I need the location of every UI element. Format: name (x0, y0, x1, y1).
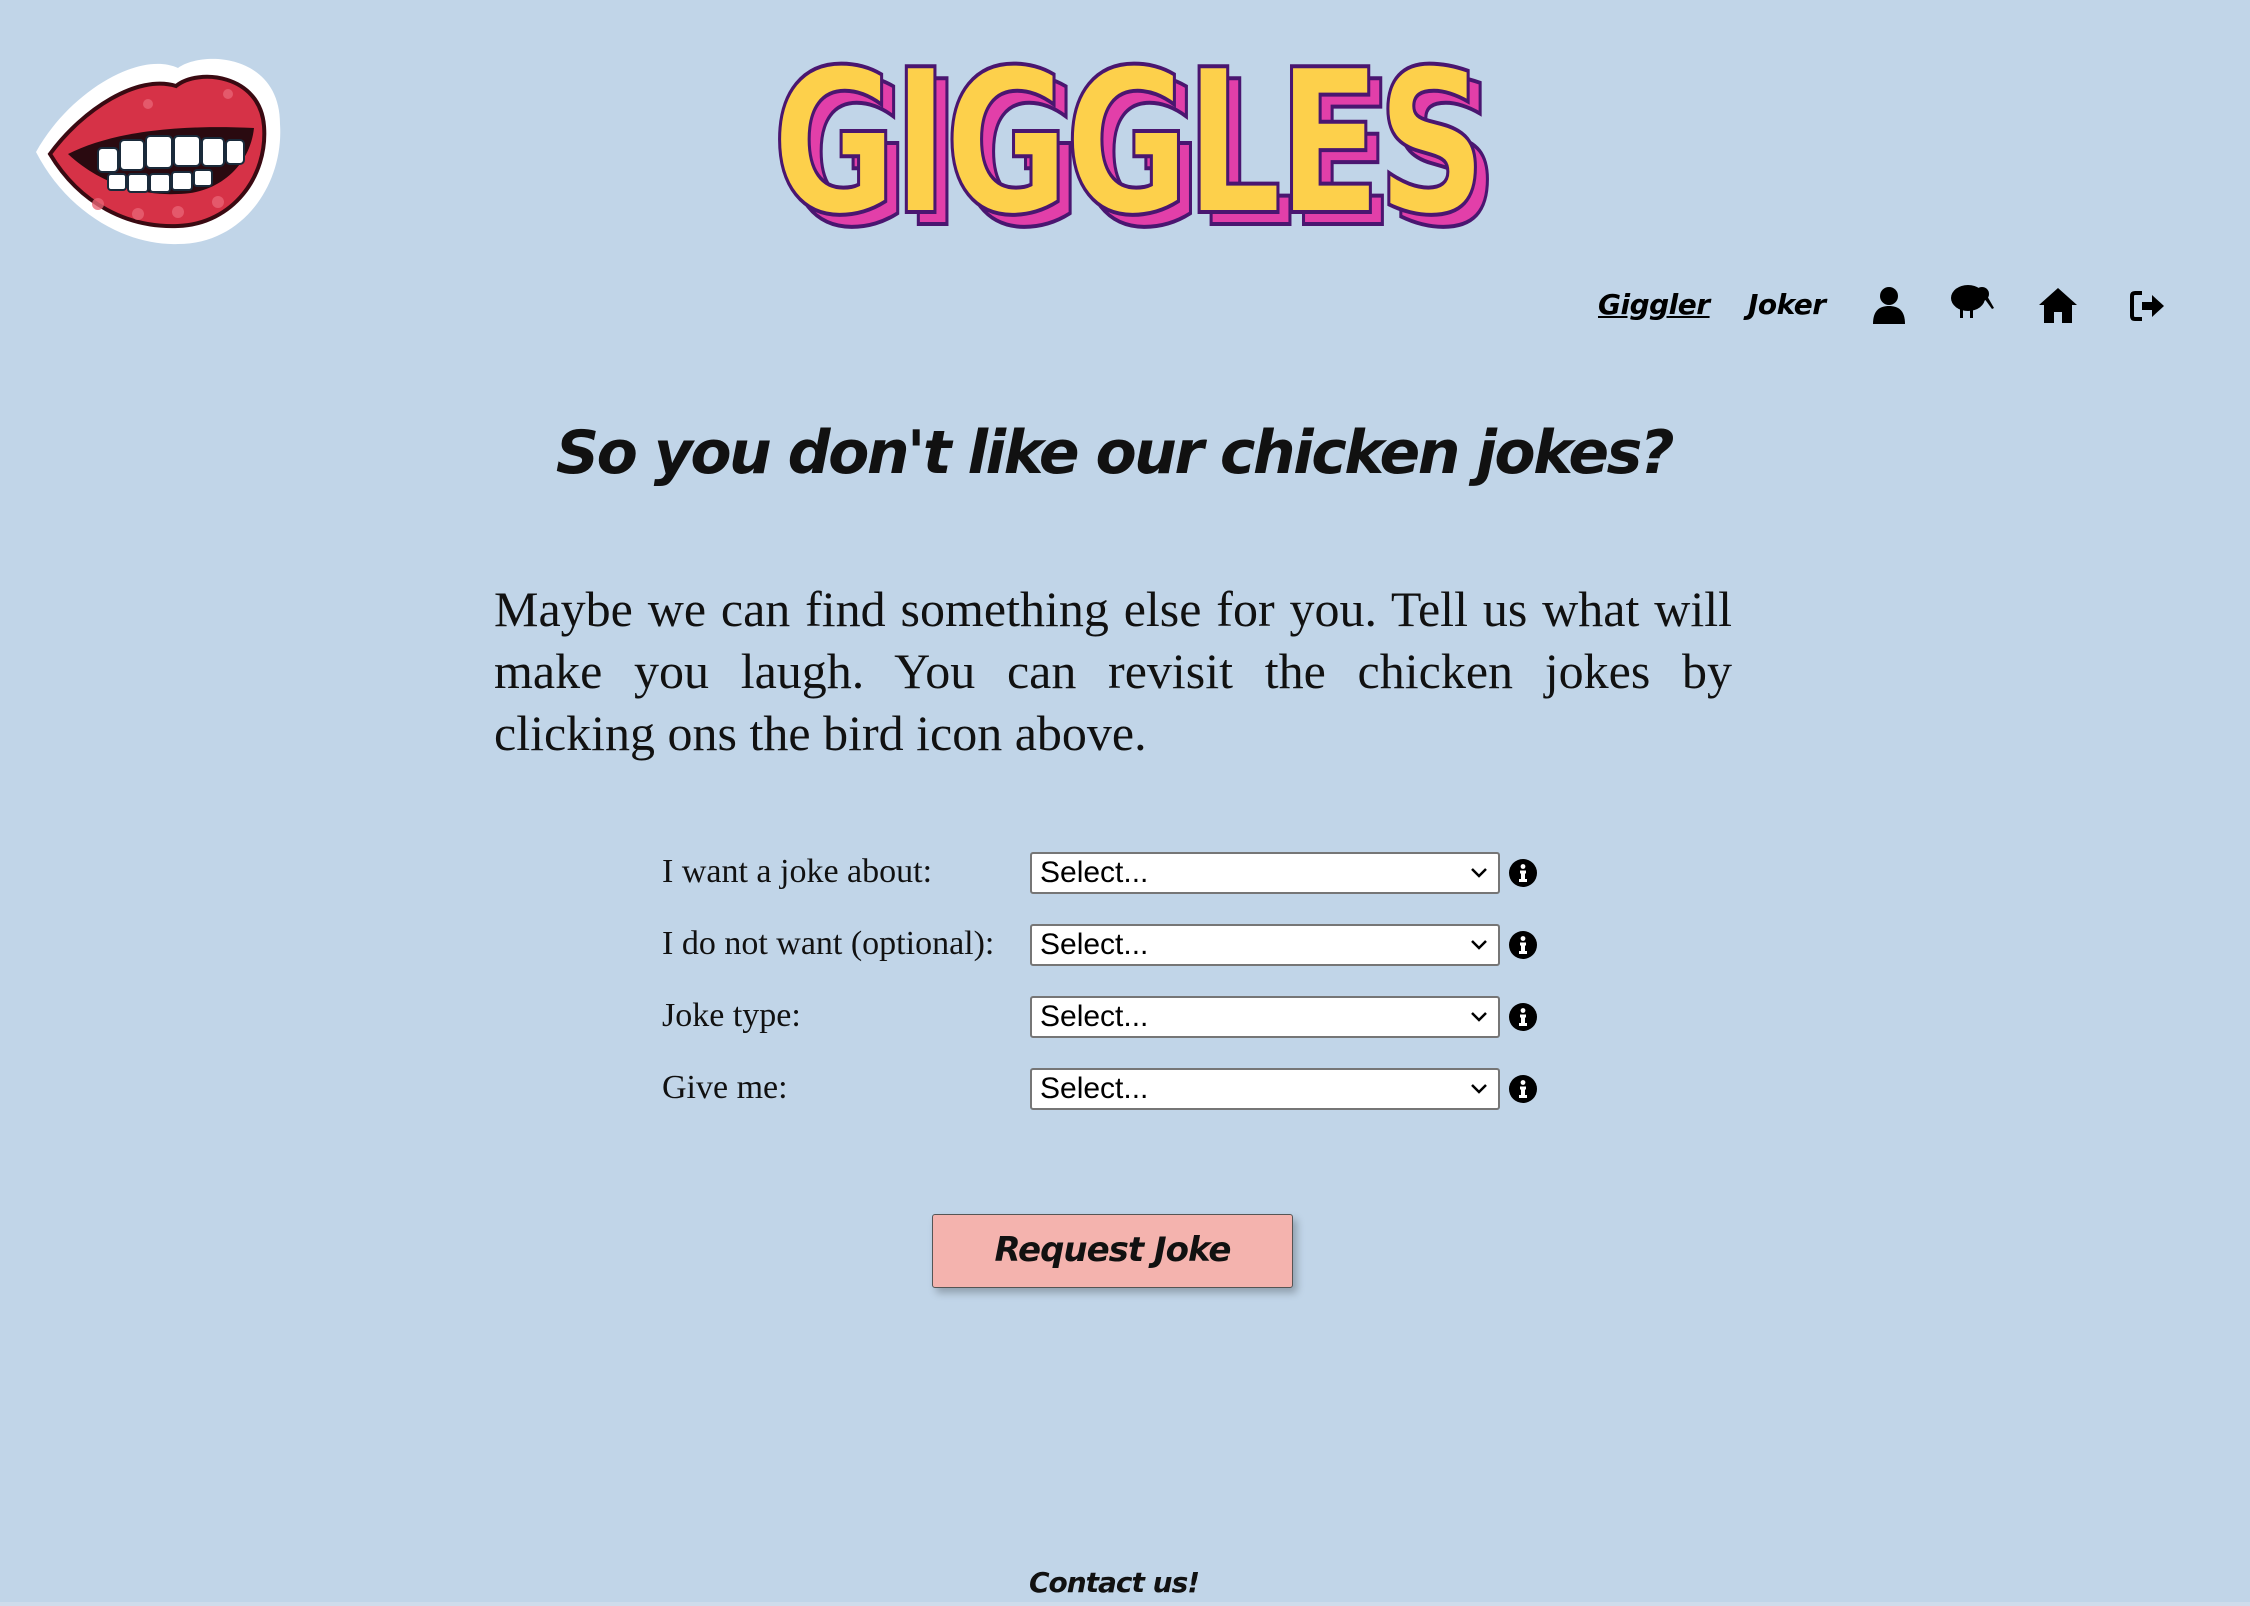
joke-type-select[interactable]: Select... (1030, 996, 1500, 1038)
joke-type-label: Joke type: (662, 997, 801, 1034)
nav-link-joker[interactable]: Joker (1748, 288, 1826, 321)
user-icon[interactable] (1872, 286, 1906, 324)
request-joke-button[interactable]: Request Joke (932, 1214, 1293, 1288)
kiwi-bird-icon[interactable] (1950, 284, 1994, 320)
not-want-select[interactable]: Select... (1030, 924, 1500, 966)
home-icon[interactable] (2038, 286, 2078, 324)
joke-about-select[interactable]: Select... (1030, 852, 1500, 894)
chevron-down-icon (1471, 1084, 1487, 1094)
not-want-select-value: Select... (1040, 928, 1149, 961)
give-me-select-value: Select... (1040, 1072, 1149, 1105)
joke-type-select-value: Select... (1040, 1000, 1149, 1033)
nav-link-giggler[interactable]: Giggler (1598, 288, 1710, 321)
joke-about-select-value: Select... (1040, 856, 1149, 889)
lips-icon (36, 58, 281, 245)
chevron-down-icon (1471, 1012, 1487, 1022)
joke-about-label: I want a joke about: (662, 853, 933, 890)
chevron-down-icon (1471, 868, 1487, 878)
give-me-label: Give me: (662, 1069, 788, 1106)
info-icon[interactable] (1508, 1002, 1538, 1032)
page-headline: So you don't like our chicken jokes? (555, 418, 1675, 488)
chevron-down-icon (1471, 940, 1487, 950)
intro-paragraph: Maybe we can find something else for you… (494, 581, 1732, 761)
give-me-select[interactable]: Select... (1030, 1068, 1500, 1110)
info-icon[interactable] (1508, 858, 1538, 888)
not-want-label: I do not want (optional): (662, 925, 995, 962)
info-icon[interactable] (1508, 930, 1538, 960)
brand-title: GIGGLES GIGGLES (770, 58, 1502, 248)
contact-us-link[interactable]: Contact us! (0, 1566, 2228, 1599)
info-icon[interactable] (1508, 1074, 1538, 1104)
brand-title-text: GIGGLES (772, 58, 1482, 248)
footer-divider (0, 1602, 2250, 1606)
logout-icon[interactable] (2130, 290, 2166, 322)
